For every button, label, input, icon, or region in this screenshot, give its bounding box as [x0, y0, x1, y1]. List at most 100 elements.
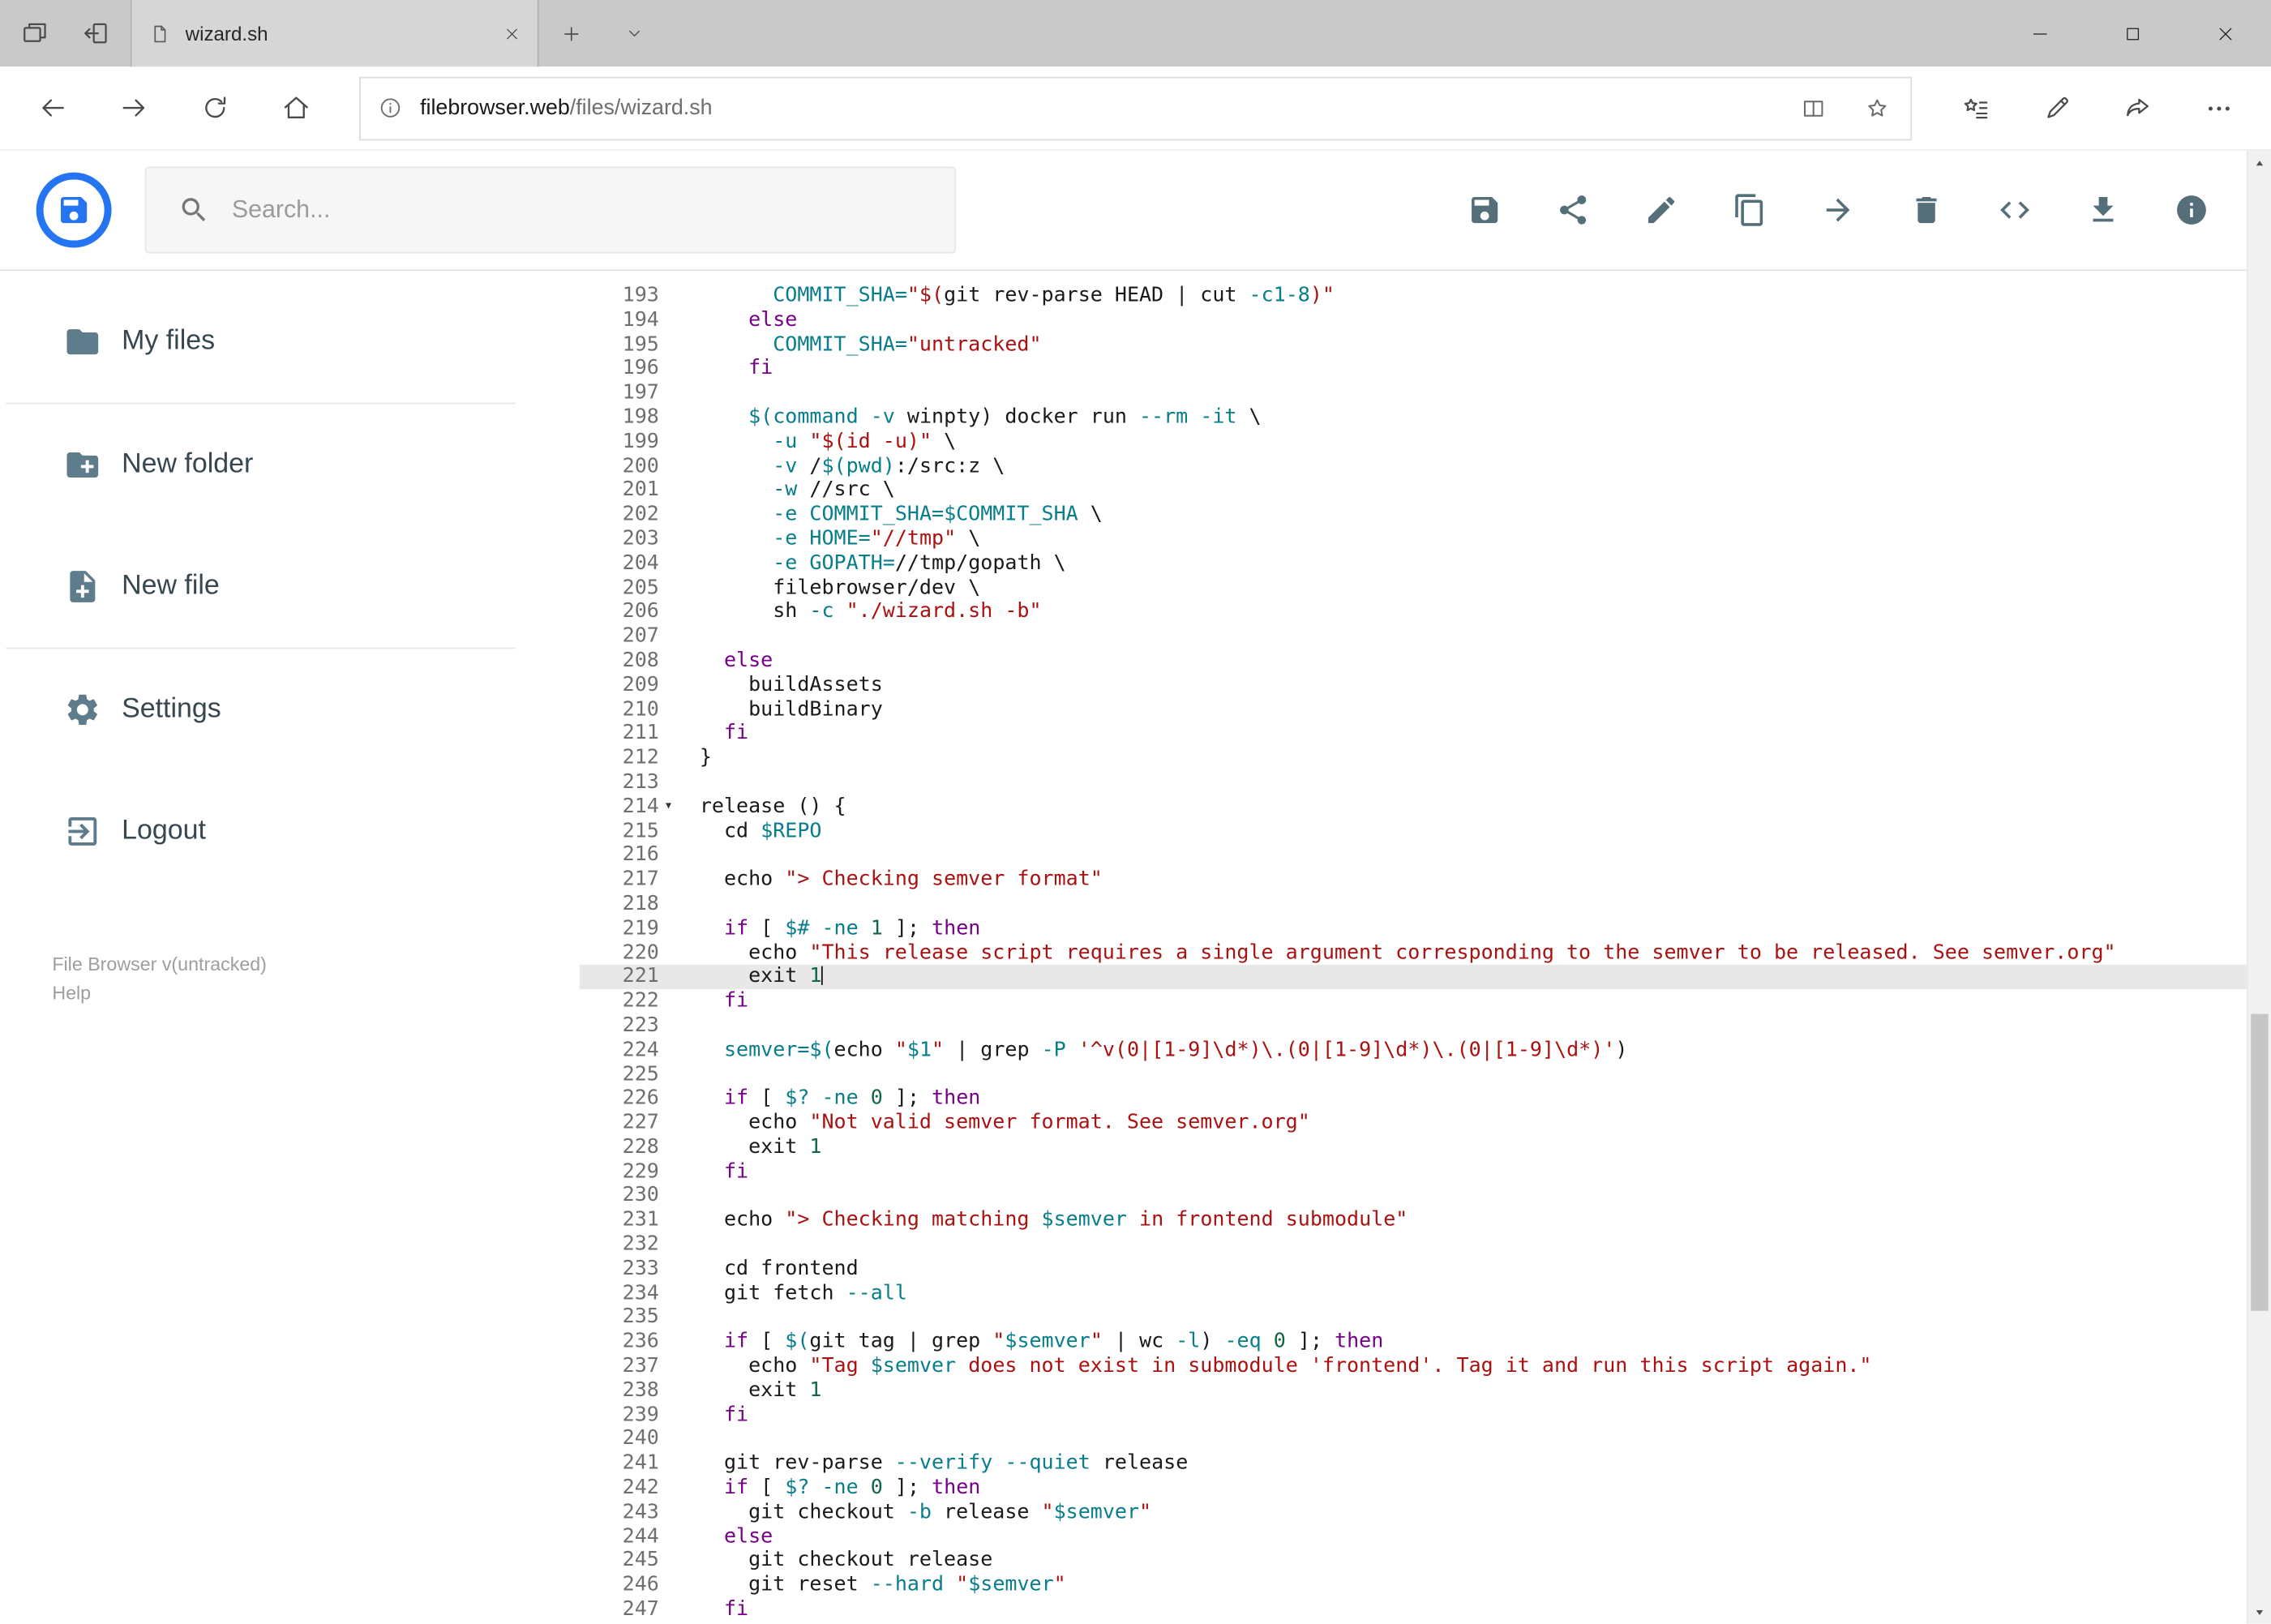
line-number: 196 — [622, 357, 659, 380]
code-text: -e GOPATH=//tmp/gopath \ — [773, 551, 1066, 575]
back-button[interactable] — [11, 76, 92, 140]
fold-gutter — [659, 600, 678, 624]
set-aside-tabs-icon[interactable] — [81, 19, 110, 48]
page-favicon-icon — [149, 23, 171, 45]
scroll-up-icon[interactable] — [2248, 151, 2271, 175]
page-scrollbar[interactable] — [2246, 150, 2271, 1624]
fold-gutter — [659, 673, 678, 697]
new-tab-button[interactable] — [539, 0, 603, 66]
line-number: 216 — [622, 843, 659, 867]
scrollbar-thumb[interactable] — [2251, 1013, 2269, 1311]
fold-gutter — [659, 430, 678, 454]
more-menu-icon[interactable] — [2179, 76, 2260, 140]
sidebar-item-new-file[interactable]: New file — [0, 525, 521, 647]
search-box[interactable] — [144, 166, 957, 254]
line-number: 201 — [622, 478, 659, 502]
fold-gutter — [659, 746, 678, 770]
fold-gutter — [659, 381, 678, 405]
line-number: 247 — [622, 1597, 659, 1622]
code-text: git fetch --all — [699, 1281, 907, 1305]
search-input[interactable] — [229, 194, 955, 226]
code-text: fi — [723, 1403, 749, 1427]
sidebar: My files New folder New file Settings Logout… — [0, 271, 521, 1624]
code-line: 241 git rev-parse --verify --quiet relea… — [580, 1452, 2271, 1476]
line-number: 230 — [622, 1184, 659, 1208]
close-window-button[interactable] — [2179, 0, 2271, 66]
download-icon[interactable] — [2086, 193, 2121, 228]
fold-gutter — [659, 1038, 678, 1062]
refresh-button[interactable] — [174, 76, 255, 140]
code-editor[interactable]: 193 COMMIT_SHA="$(git rev-parse HEAD | c… — [579, 271, 2271, 1624]
browser-tab[interactable]: wizard.sh — [130, 0, 539, 67]
forward-button[interactable] — [92, 76, 174, 140]
address-bar[interactable]: filebrowser.web/files/wizard.sh — [359, 75, 1913, 140]
fold-gutter — [659, 1525, 678, 1549]
share-icon[interactable] — [1556, 193, 1591, 228]
code-text: exit 1 — [699, 1135, 822, 1159]
url-text: filebrowser.web/files/wizard.sh — [420, 96, 1763, 120]
code-line: 207 — [580, 624, 2271, 649]
text-cursor — [821, 966, 824, 986]
code-text: else — [723, 649, 773, 672]
line-number: 214 — [622, 795, 659, 818]
line-number: 224 — [622, 1038, 659, 1061]
page-info-icon[interactable] — [378, 96, 402, 120]
sidebar-item-new-folder[interactable]: New folder — [0, 404, 521, 525]
sidebar-item-logout[interactable]: Logout — [0, 770, 521, 892]
tab-list-chevron-icon[interactable] — [602, 0, 666, 66]
tab-close-icon[interactable] — [504, 25, 521, 41]
code-text: COMMIT_SHA="$(git rev-parse HEAD | cut -… — [773, 284, 1335, 307]
line-number: 232 — [622, 1232, 659, 1257]
help-link[interactable]: Help — [52, 979, 521, 1009]
code-text: echo "> Checking semver format" — [699, 868, 1103, 891]
code-icon[interactable] — [1998, 193, 2033, 228]
fold-gutter — [659, 1013, 678, 1038]
line-number: 193 — [622, 284, 659, 307]
move-icon[interactable] — [1821, 193, 1856, 228]
sidebar-item-settings[interactable]: Settings — [0, 649, 521, 770]
line-number: 241 — [622, 1451, 659, 1476]
fold-gutter — [659, 1305, 678, 1330]
settings-icon — [64, 691, 101, 728]
home-button[interactable] — [255, 76, 336, 140]
info-icon[interactable] — [2175, 193, 2209, 228]
fold-gutter — [659, 1354, 678, 1378]
header-toolbar — [1468, 193, 2209, 228]
code-text: git checkout release — [699, 1549, 993, 1573]
scroll-down-icon[interactable] — [2248, 1599, 2271, 1623]
line-number: 235 — [622, 1305, 659, 1330]
code-text: else — [748, 308, 798, 332]
line-number: 234 — [622, 1281, 659, 1305]
line-number: 210 — [622, 697, 659, 721]
tab-preview-icon[interactable] — [20, 19, 49, 48]
share-page-icon[interactable] — [2097, 76, 2179, 140]
edit-icon[interactable] — [1644, 193, 1679, 228]
sidebar-item-my-files[interactable]: My files — [0, 281, 521, 403]
maximize-button[interactable] — [2086, 0, 2179, 66]
delete-icon[interactable] — [1909, 193, 1944, 228]
reading-view-icon[interactable] — [1801, 95, 1827, 121]
code-line: 208 else — [580, 649, 2271, 673]
fold-gutter — [659, 1257, 678, 1281]
hub-favorites-icon[interactable] — [1935, 76, 2016, 140]
code-line: 240 — [580, 1428, 2271, 1452]
minimize-button[interactable] — [1993, 0, 2085, 66]
copy-icon[interactable] — [1733, 193, 1768, 228]
sidebar-footer: File Browser v(untracked) Help — [52, 950, 521, 1008]
code-line: 226 if [ $? -ne 0 ]; then — [580, 1086, 2271, 1111]
line-number: 227 — [622, 1111, 659, 1134]
annotate-pen-icon[interactable] — [2016, 76, 2097, 140]
new-file-icon — [64, 568, 101, 605]
code-line: 200 -v /$(pwd):/src:z \ — [580, 454, 2271, 478]
line-number: 219 — [622, 916, 659, 940]
filebrowser-logo-icon[interactable] — [36, 172, 112, 248]
save-icon[interactable] — [1468, 193, 1502, 228]
favorite-star-icon[interactable] — [1864, 95, 1890, 121]
fold-gutter — [659, 1549, 678, 1574]
fold-gutter — [659, 551, 678, 576]
code-line: 236 if [ $(git tag | grep "$semver" | wc… — [580, 1330, 2271, 1354]
fold-marker-icon[interactable]: ▾ — [659, 795, 678, 819]
